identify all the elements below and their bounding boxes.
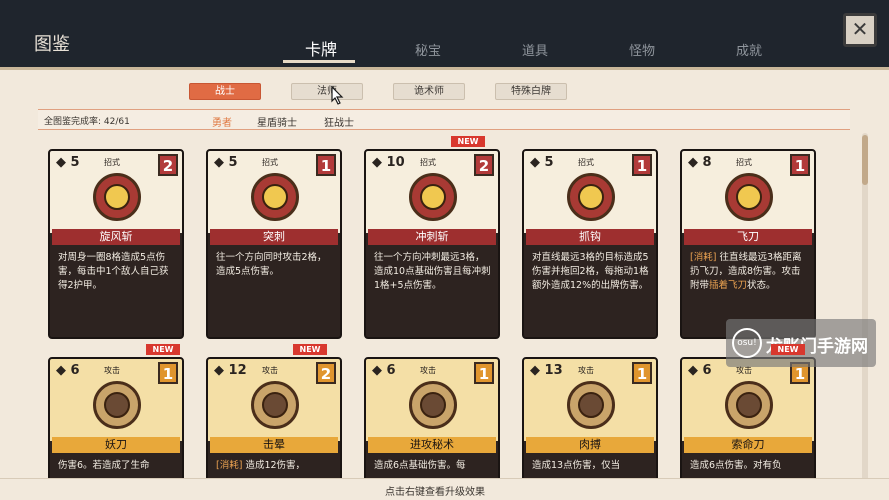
footer-bar: 点击右键查看升级效果 <box>0 478 889 500</box>
card-cost: ◆ 6 <box>56 363 80 378</box>
card-description: 造成13点伤害，仅当 <box>532 460 621 471</box>
card-name: 飞刀 <box>684 229 812 245</box>
card-cost: ◆ 8 <box>688 155 712 170</box>
subclass-tab-star-shield-knight[interactable]: 星盾骑士 <box>257 114 297 129</box>
class-tab-trickster[interactable]: 诡术师 <box>393 83 465 100</box>
mouse-cursor-icon <box>331 86 344 105</box>
card-cost: ◆ 10 <box>372 155 405 170</box>
card-name: 妖刀 <box>52 437 180 453</box>
collection-progress: 全图鉴完成率: 42/61 <box>44 117 130 127</box>
card-name: 旋风斩 <box>52 229 180 245</box>
tab-items[interactable]: 道具 <box>522 40 548 59</box>
card-level-badge: 2 <box>474 154 494 176</box>
dash-figure-icon <box>409 173 457 221</box>
card-offensive-arcana[interactable]: ◆ 6 攻击 1 进攻秘术 造成6点基础伤害。每 <box>364 357 500 482</box>
top-bar: 图鉴 卡牌 秘宝 道具 怪物 成就 ✕ <box>0 0 889 70</box>
card-thrust[interactable]: ◆ 5 招式 1 突刺 往一个方向同时攻击2格，造成5点伤害。 <box>206 149 342 339</box>
card-description: 对直线最远3格的目标造成5伤害并拖回2格，每拖动1格额外造成12%的出牌伤害。 <box>532 252 649 291</box>
card-description: 对周身一圈8格造成5点伤害，每击中1个敌人自己获得2护甲。 <box>58 252 169 291</box>
card-flying-knife[interactable]: ◆ 8 招式 1 飞刀 [消耗] 往直线最远3格距离扔飞刀，造成8伤害。攻击附带… <box>680 149 816 339</box>
card-level-badge: 1 <box>316 154 336 176</box>
tab-cards[interactable]: 卡牌 <box>305 36 337 60</box>
card-name: 进攻秘术 <box>368 437 496 453</box>
active-tab-indicator <box>283 60 355 63</box>
scrollbar-thumb[interactable] <box>862 135 868 185</box>
card-cost: ◆ 5 <box>214 155 238 170</box>
card-name: 索命刀 <box>684 437 812 453</box>
subclass-bar: 全图鉴完成率: 42/61 勇者 星盾骑士 狂战士 <box>38 109 850 130</box>
watermark: osu! 龙账门手游网 <box>726 319 876 367</box>
card-type-label: 招式 <box>104 158 120 167</box>
watermark-logo-icon: osu! <box>732 328 762 358</box>
scrollbar-track[interactable] <box>862 133 868 483</box>
page-title: 图鉴 <box>34 34 70 55</box>
swordsman-icon <box>93 381 141 429</box>
card-whirlwind-slash[interactable]: ◆ 5 招式 2 旋风斩 对周身一圈8格造成5点伤害，每击中1个敌人自己获得2护… <box>48 149 184 339</box>
card-type-label: 招式 <box>420 158 436 167</box>
card-cost: ◆ 6 <box>372 363 396 378</box>
card-level-badge: 2 <box>316 362 336 384</box>
card-level-badge: 1 <box>790 154 810 176</box>
new-badge: NEW <box>293 344 327 355</box>
card-demon-blade[interactable]: ◆ 6 攻击 1 妖刀 伤害6。若造成了生命 <box>48 357 184 482</box>
card-cost: ◆ 12 <box>214 363 247 378</box>
close-button[interactable]: ✕ <box>843 13 877 47</box>
card-type-label: 招式 <box>736 158 752 167</box>
card-description: 造成6点基础伤害。每 <box>374 460 466 471</box>
tab-treasures[interactable]: 秘宝 <box>415 40 441 59</box>
card-cost: ◆ 13 <box>530 363 563 378</box>
card-dash-slash[interactable]: ◆ 10 招式 2 冲刺斩 往一个方向冲刺最远3格，造成10点基础伤害且每冲刺1… <box>364 149 500 339</box>
brawler-icon <box>567 381 615 429</box>
card-description: 往一个方向冲刺最远3格，造成10点基础伤害且每冲刺1格+5点伤害。 <box>374 252 491 291</box>
card-name: 抓钩 <box>526 229 654 245</box>
card-cost: ◆ 5 <box>530 155 554 170</box>
class-tab-special[interactable]: 特殊白牌 <box>495 83 567 100</box>
class-filter-bar: 战士 法师 诡术师 特殊白牌 <box>0 78 889 106</box>
card-description: 伤害6。若造成了生命 <box>58 460 150 471</box>
card-type-label: 招式 <box>578 158 594 167</box>
new-badge: NEW <box>771 344 805 355</box>
card-name: 肉搏 <box>526 437 654 453</box>
card-name: 冲刺斩 <box>368 229 496 245</box>
knife-throw-icon <box>725 173 773 221</box>
class-tab-mage[interactable]: 法师 <box>291 83 363 100</box>
card-description: [消耗] 造成12伤害， <box>216 460 306 471</box>
footer-hint: 点击右键查看升级效果 <box>385 487 485 498</box>
sword-altar-icon <box>409 381 457 429</box>
card-stun[interactable]: ◆ 12 攻击 2 击晕 [消耗] 造成12伤害， <box>206 357 342 482</box>
card-type-label: 攻击 <box>578 366 594 375</box>
hook-icon <box>567 173 615 221</box>
spear-burst-icon <box>251 173 299 221</box>
new-badge: NEW <box>146 344 180 355</box>
card-type-label: 攻击 <box>262 366 278 375</box>
card-level-badge: 1 <box>632 154 652 176</box>
card-name: 突刺 <box>210 229 338 245</box>
card-grappling-hook[interactable]: ◆ 5 招式 1 抓钩 对直线最远3格的目标造成5伤害并拖回2格，每拖动1格额外… <box>522 149 658 339</box>
card-name: 击晕 <box>210 437 338 453</box>
card-cost: ◆ 6 <box>688 363 712 378</box>
card-cost: ◆ 5 <box>56 155 80 170</box>
card-level-badge: 1 <box>474 362 494 384</box>
card-description: [消耗] 往直线最远3格距离扔飞刀，造成8伤害。攻击附带插着飞刀状态。 <box>690 252 802 291</box>
card-type-label: 攻击 <box>420 366 436 375</box>
tab-monsters[interactable]: 怪物 <box>629 40 655 59</box>
card-level-badge: 1 <box>158 362 178 384</box>
subclass-tab-hero[interactable]: 勇者 <box>212 114 232 129</box>
sword-swirl-icon <box>93 173 141 221</box>
class-tab-warrior[interactable]: 战士 <box>189 83 261 100</box>
card-type-label: 攻击 <box>104 366 120 375</box>
new-badge: NEW <box>451 136 485 147</box>
card-description: 往一个方向同时攻击2格，造成5点伤害。 <box>216 252 327 277</box>
card-description: 造成6点伤害。对有负 <box>690 460 782 471</box>
card-level-badge: 2 <box>158 154 178 176</box>
fist-icon <box>251 381 299 429</box>
card-type-label: 招式 <box>262 158 278 167</box>
card-reaper-blade[interactable]: ◆ 6 攻击 1 索命刀 造成6点伤害。对有负 <box>680 357 816 482</box>
skull-blade-icon <box>725 381 773 429</box>
subclass-tab-berserker[interactable]: 狂战士 <box>324 114 354 129</box>
card-level-badge: 1 <box>632 362 652 384</box>
tab-achievements[interactable]: 成就 <box>736 40 762 59</box>
card-melee[interactable]: ◆ 13 攻击 1 肉搏 造成13点伤害，仅当 <box>522 357 658 482</box>
